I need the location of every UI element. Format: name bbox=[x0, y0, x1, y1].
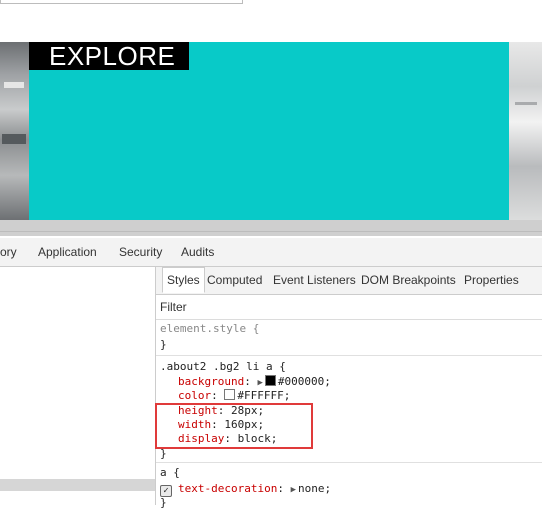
elements-panel[interactable] bbox=[0, 267, 156, 505]
tab-computed[interactable]: Computed bbox=[207, 267, 262, 294]
color-declaration[interactable]: color: #FFFFFF; bbox=[178, 389, 290, 403]
tab-memory[interactable]: ory bbox=[0, 238, 17, 266]
text-decoration-property: text-decoration bbox=[178, 482, 278, 495]
color-property: color bbox=[178, 389, 212, 402]
tab-styles[interactable]: Styles bbox=[162, 267, 205, 293]
tab-audits[interactable]: Audits bbox=[181, 238, 214, 266]
rule-separator bbox=[156, 462, 542, 463]
background-photo-left bbox=[0, 42, 29, 220]
tab-properties[interactable]: Properties bbox=[464, 267, 519, 294]
element-style-close: } bbox=[160, 338, 167, 351]
page-viewport: EXPLORE bbox=[0, 42, 542, 220]
background-declaration[interactable]: background: ▶ #000000; bbox=[178, 375, 331, 389]
filter-label: Filter bbox=[160, 300, 187, 314]
address-bar[interactable] bbox=[0, 0, 243, 4]
anchor-rule-close: } bbox=[160, 496, 167, 509]
devtools-tabbar: ory Application Security Audits bbox=[0, 238, 542, 267]
rule-separator bbox=[156, 355, 542, 356]
text-decoration-value: none; bbox=[298, 482, 332, 495]
tab-dom-breakpoints[interactable]: DOM Breakpoints bbox=[361, 267, 456, 294]
color-swatch-black[interactable] bbox=[264, 375, 276, 386]
color-value: #FFFFFF; bbox=[237, 389, 291, 402]
about-rule-selector[interactable]: .about2 .bg2 li a { bbox=[160, 360, 286, 374]
styles-subtabs: Styles Computed Event Listeners DOM Brea… bbox=[156, 267, 542, 295]
styles-filter[interactable]: Filter bbox=[156, 295, 542, 320]
tab-security[interactable]: Security bbox=[119, 238, 162, 266]
color-swatch-white[interactable] bbox=[224, 389, 236, 400]
page-scrollbar[interactable] bbox=[0, 220, 542, 236]
explore-link[interactable]: EXPLORE bbox=[29, 42, 189, 70]
tab-event-listeners[interactable]: Event Listeners bbox=[273, 267, 356, 294]
element-style-selector: element.style { bbox=[160, 322, 260, 335]
highlight-annotation-box bbox=[155, 403, 313, 449]
background-value: #000000; bbox=[277, 375, 331, 388]
expand-triangle-icon[interactable]: ▶ bbox=[291, 485, 296, 495]
text-decoration-declaration[interactable]: ✓ text-decoration: ▶ none; bbox=[160, 482, 332, 497]
divider bbox=[0, 231, 542, 232]
background-photo-right bbox=[509, 42, 542, 220]
about-rule-close: } bbox=[160, 447, 167, 460]
page-top bbox=[0, 0, 542, 42]
anchor-rule-selector[interactable]: a { bbox=[160, 466, 180, 480]
background-property: background bbox=[178, 375, 245, 388]
expand-triangle-icon[interactable]: ▶ bbox=[257, 378, 262, 388]
tab-application[interactable]: Application bbox=[38, 238, 97, 266]
elements-scrollbar[interactable] bbox=[0, 479, 155, 491]
